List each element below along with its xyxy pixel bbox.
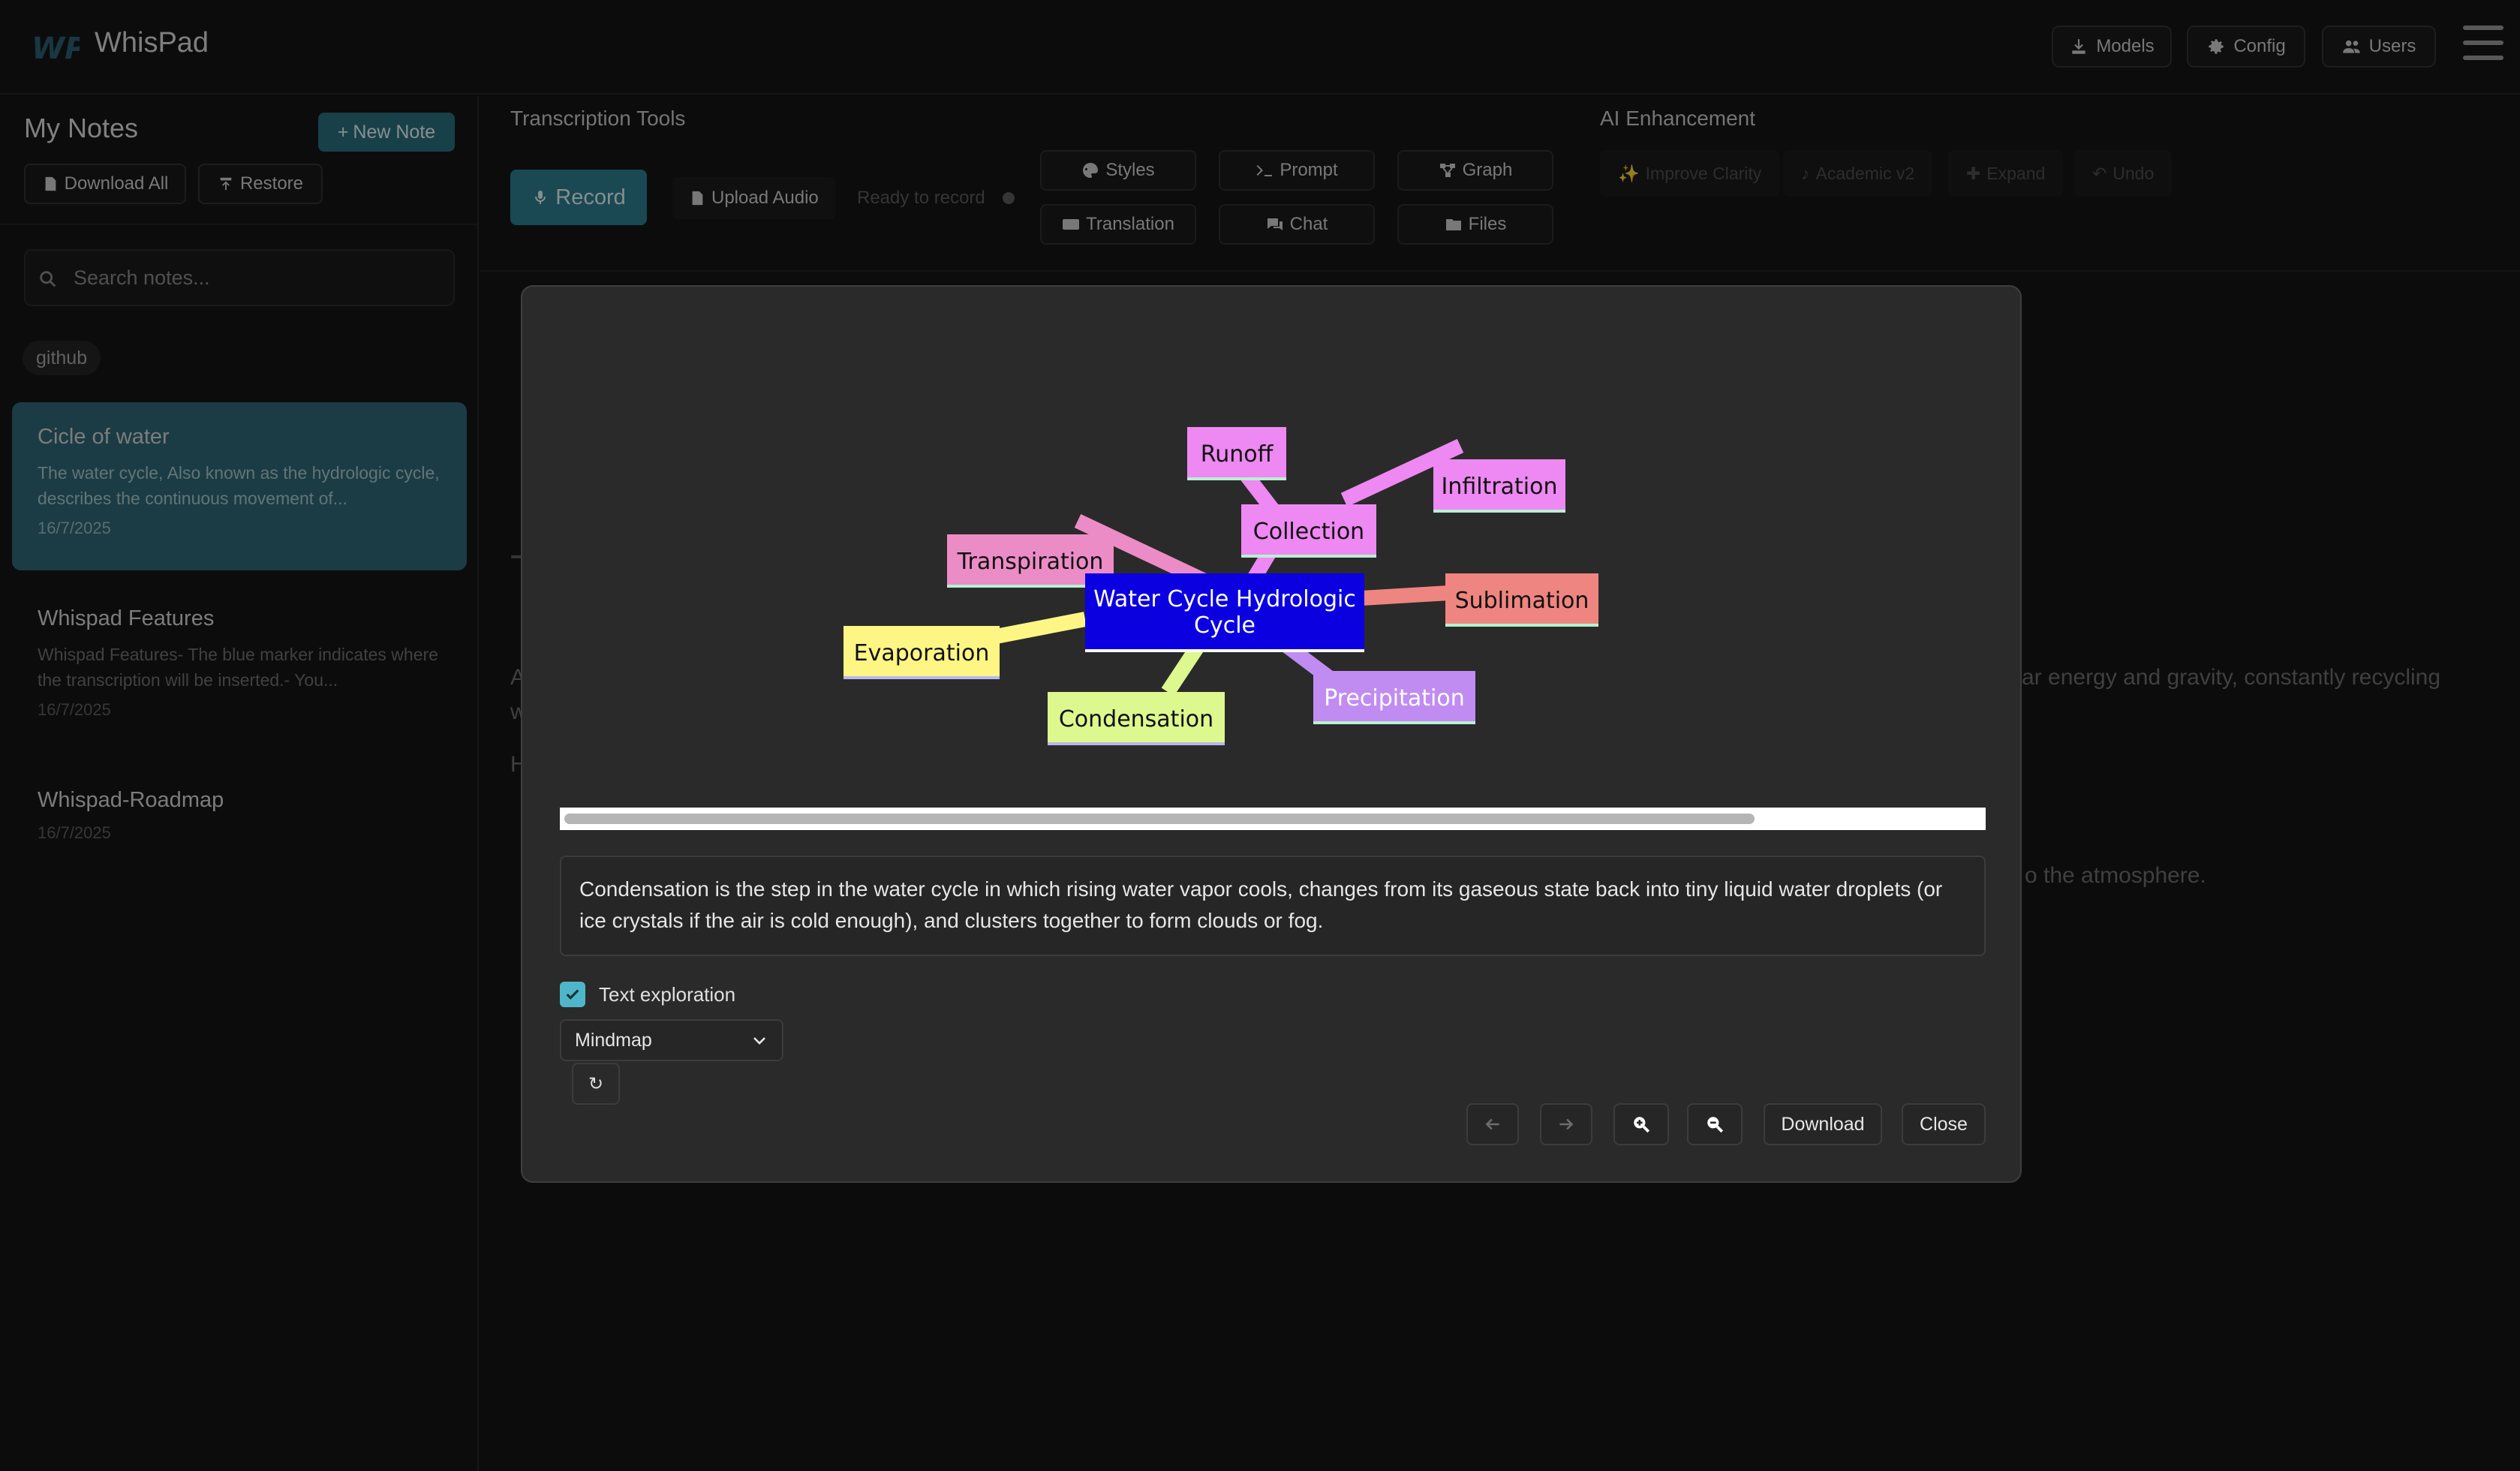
download-button[interactable]: Download [1764, 1103, 1882, 1145]
node-center[interactable]: Water Cycle Hydrologic Cycle [1085, 573, 1364, 652]
scrollbar-thumb[interactable] [564, 814, 1755, 824]
node-sublimation[interactable]: Sublimation [1445, 573, 1598, 627]
view-type-value: Mindmap [575, 1029, 652, 1051]
zoom-out-button[interactable] [1687, 1103, 1743, 1145]
center-label: Water Cycle Hydrologic Cycle [1093, 586, 1356, 639]
node-runoff[interactable]: Runoff [1187, 427, 1286, 480]
node-precipitation[interactable]: Precipitation [1313, 671, 1475, 724]
zoom-out-icon [1707, 1117, 1724, 1133]
refresh-button[interactable]: ↻ [572, 1063, 620, 1105]
refresh-icon: ↻ [588, 1073, 604, 1094]
node-description: Condensation is the step in the water cy… [560, 856, 1986, 956]
node-collection[interactable]: Collection [1241, 504, 1376, 558]
horizontal-scrollbar[interactable] [560, 808, 1986, 830]
node-label: Infiltration [1441, 474, 1557, 500]
node-label: Transpiration [957, 549, 1104, 575]
zoom-in-icon [1634, 1117, 1650, 1133]
node-label: Condensation [1059, 706, 1213, 732]
arrow-right-icon [1559, 1118, 1574, 1130]
text-exploration-label: Text exploration [599, 983, 736, 1006]
chevron-down-icon [753, 1037, 765, 1045]
close-button[interactable]: Close [1902, 1103, 1986, 1145]
arrow-left-icon [1485, 1118, 1499, 1130]
text-exploration-checkbox[interactable] [560, 982, 585, 1007]
node-evaporation[interactable]: Evaporation [844, 626, 1000, 679]
mindmap-modal: Runoff Infiltration Collection Transpira… [521, 285, 2022, 1183]
node-label: Evaporation [854, 640, 990, 666]
node-label: Precipitation [1324, 685, 1465, 711]
back-button[interactable] [1466, 1103, 1519, 1145]
zoom-in-button[interactable] [1613, 1103, 1669, 1145]
node-label: Runoff [1201, 441, 1274, 468]
node-infiltration[interactable]: Infiltration [1433, 459, 1565, 513]
node-label: Sublimation [1455, 588, 1589, 614]
checkmark-icon [566, 989, 579, 1000]
mindmap-canvas: Runoff Infiltration Collection Transpira… [844, 427, 1598, 745]
node-label: Collection [1253, 519, 1364, 545]
view-type-select[interactable]: Mindmap [560, 1019, 783, 1061]
node-condensation[interactable]: Condensation [1048, 692, 1225, 745]
forward-button[interactable] [1540, 1103, 1592, 1145]
